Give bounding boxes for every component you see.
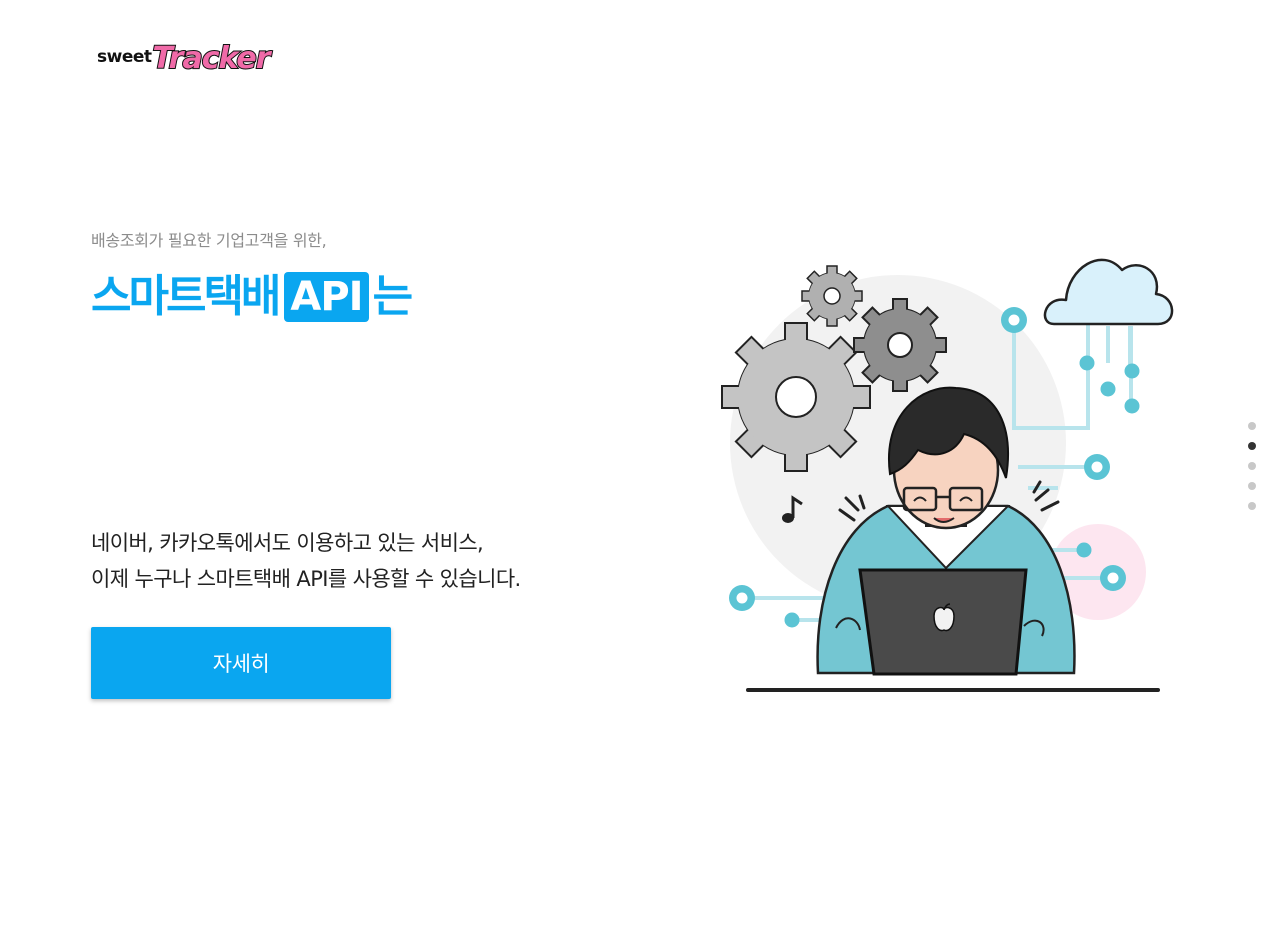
node-dot-2 [1100, 381, 1116, 397]
description-line-1: 네이버, 카카오톡에서도 이용하고 있는 서비스, [91, 531, 484, 555]
description-line-2: 이제 누구나 스마트택배 API를 사용할 수 있습니다. [91, 567, 521, 591]
gear-icon [853, 298, 947, 392]
detail-button[interactable]: 자세히 [91, 627, 391, 699]
laptop-icon [858, 568, 1028, 676]
logo-name: Tracker [152, 41, 272, 76]
headline-tail: 는 [372, 271, 414, 322]
node-dot-4 [1124, 398, 1140, 414]
hero-headline: 스마트택배 API 는 [91, 271, 414, 323]
headline-api-badge: API [284, 272, 369, 322]
developer-illustration [721, 258, 1174, 692]
pager-dot-4[interactable] [1248, 482, 1256, 490]
gear-icon [721, 322, 871, 472]
node-dot-3 [1124, 363, 1140, 379]
logo-prefix: sweet [97, 47, 152, 67]
node-dot-1 [1079, 355, 1095, 371]
sweettracker-logo[interactable]: sweet Tracker [97, 32, 272, 76]
node-dot-6 [1076, 542, 1092, 558]
pager-dot-3[interactable] [1248, 462, 1256, 470]
gear-icon [801, 265, 863, 327]
node-dot-5 [784, 612, 800, 628]
cloud-icon [1043, 258, 1174, 326]
page: sweet Tracker 배송조회가 필요한 기업고객을 위한, 스마트택배 … [0, 0, 1281, 930]
hero-description: 네이버, 카카오톡에서도 이용하고 있는 서비스, 이제 누구나 스마트택배 A… [91, 525, 521, 597]
slide-pager [1247, 422, 1257, 522]
hero-subtitle: 배송조회가 필요한 기업고객을 위한, [91, 231, 327, 250]
apple-icon [933, 603, 955, 632]
pager-dot-1[interactable] [1248, 422, 1256, 430]
headline-korean: 스마트택배 [91, 271, 281, 322]
pager-dot-2[interactable] [1248, 442, 1256, 450]
pager-dot-5[interactable] [1248, 502, 1256, 510]
